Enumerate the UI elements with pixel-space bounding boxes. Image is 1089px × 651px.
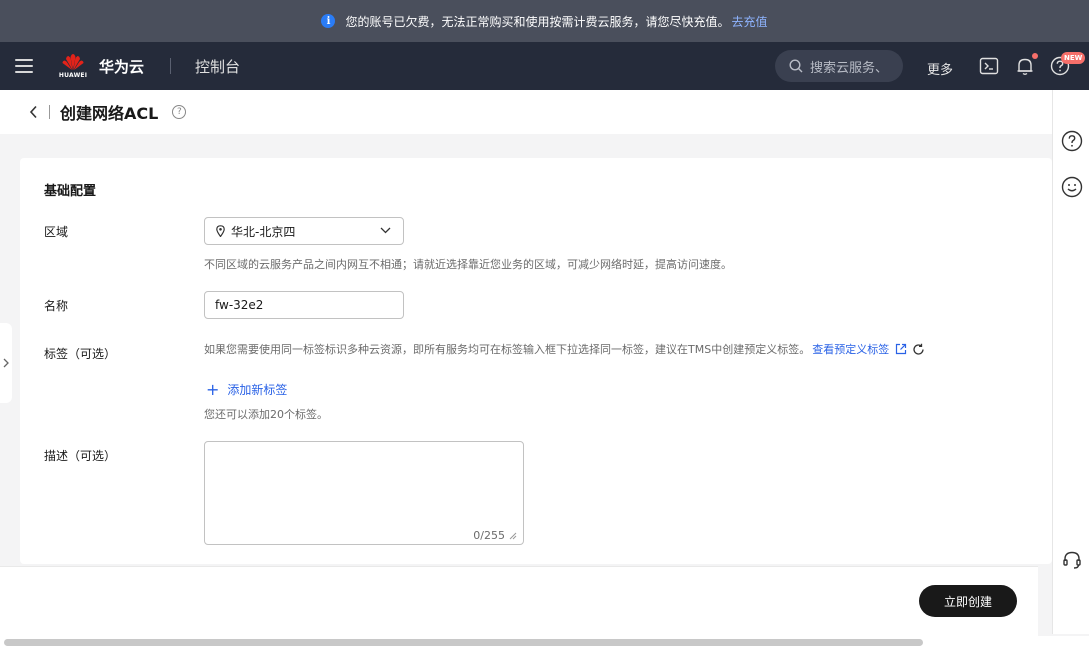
region-label: 区域	[44, 225, 69, 239]
search-placeholder: 搜索云服务、	[810, 60, 889, 76]
external-link-icon[interactable]	[895, 343, 907, 355]
region-select[interactable]: 华北-北京四	[204, 217, 404, 245]
console-link[interactable]: 控制台	[195, 56, 240, 77]
terminal-icon[interactable]	[979, 56, 999, 76]
huawei-logo[interactable]: HUAWEI	[58, 53, 88, 79]
search-icon	[789, 59, 803, 73]
menu-icon[interactable]	[15, 59, 33, 73]
smiley-feedback-icon[interactable]	[1061, 176, 1083, 198]
action-footer: 立即创建	[0, 566, 1038, 636]
huawei-flower-icon	[62, 54, 84, 70]
basic-config-card: 基础配置 区域 华北-北京四 不同区域的云服务产品之间内网互不相通；请就近选择靠…	[20, 158, 1052, 564]
refresh-icon[interactable]	[912, 343, 925, 356]
name-label: 名称	[44, 299, 69, 313]
chevron-right-icon	[3, 358, 9, 368]
recharge-link[interactable]: 去充值	[732, 13, 768, 30]
resize-handle-icon[interactable]	[508, 531, 517, 540]
section-title: 基础配置	[44, 184, 97, 199]
more-menu[interactable]: 更多	[927, 59, 953, 78]
header-divider	[170, 58, 172, 74]
view-predefined-tags-link[interactable]: 查看预定义标签	[812, 341, 889, 357]
title-separator	[49, 105, 50, 119]
top-header: HUAWEI 华为云 控制台 搜索云服务、 更多 NEW	[0, 42, 1089, 90]
title-help-icon[interactable]: ?	[172, 105, 187, 119]
tags-hint: 如果您需要使用同一标签标识多种云资源，即所有服务均可在标签输入框下拉选择同一标签…	[204, 341, 925, 357]
brand-name[interactable]: 华为云	[99, 56, 144, 77]
bell-icon[interactable]	[1015, 56, 1035, 76]
plus-icon: +	[206, 379, 220, 399]
region-hint: 不同区域的云服务产品之间内网互不相通；请就近选择靠近您业务的区域，可减少网络时延…	[204, 258, 732, 271]
location-pin-icon	[216, 225, 225, 237]
info-icon: i	[321, 14, 336, 28]
arrears-notice-bar: i 您的账号已欠费，无法正常购买和使用按需计费云服务，请您尽快充值。 去充值	[0, 0, 1089, 42]
char-counter: 0/255	[473, 529, 517, 542]
logo-text: HUAWEI	[58, 72, 88, 79]
description-label: 描述（可选）	[44, 449, 117, 463]
chevron-down-icon	[380, 227, 391, 234]
tag-limit-hint: 您还可以添加20个标签。	[204, 408, 328, 421]
headset-support-icon[interactable]	[1061, 549, 1083, 571]
scrollbar-thumb[interactable]	[4, 639, 923, 646]
char-counter-text: 0/255	[473, 529, 505, 542]
notice-text: 您的账号已欠费，无法正常购买和使用按需计费云服务，请您尽快充值。	[345, 14, 730, 29]
page-title-bar: 创建网络ACL ?	[0, 90, 1052, 134]
tags-hint-text: 如果您需要使用同一标签标识多种云资源，即所有服务均可在标签输入框下拉选择同一标签…	[204, 343, 811, 356]
region-value: 华北-北京四	[231, 224, 296, 239]
add-tag-button[interactable]: + 添加新标签	[206, 381, 287, 398]
add-tag-label: 添加新标签	[227, 383, 288, 397]
right-rail	[1052, 90, 1089, 634]
description-textarea[interactable]: 0/255	[204, 441, 524, 545]
page-title: 创建网络ACL	[60, 104, 159, 123]
create-now-button[interactable]: 立即创建	[919, 585, 1017, 617]
new-badge: NEW	[1061, 52, 1086, 64]
sidebar-expand-tab[interactable]	[0, 323, 12, 403]
notification-dot	[1032, 53, 1038, 59]
service-search[interactable]: 搜索云服务、	[775, 50, 903, 82]
question-circle-icon[interactable]	[1061, 130, 1083, 152]
name-input[interactable]: fw-32e2	[204, 291, 404, 319]
horizontal-scrollbar[interactable]	[0, 636, 1089, 651]
tags-label: 标签（可选）	[44, 347, 117, 361]
back-arrow-icon[interactable]	[29, 105, 39, 119]
